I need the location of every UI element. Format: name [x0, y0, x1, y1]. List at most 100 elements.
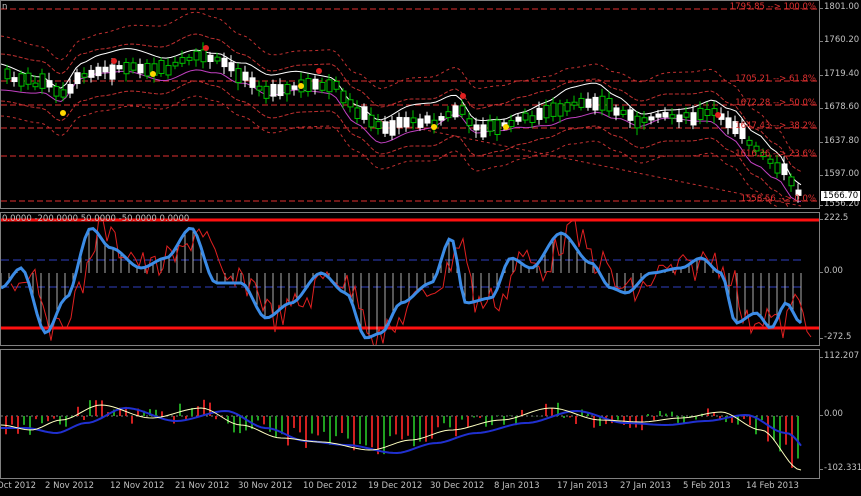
candle [88, 69, 95, 78]
price-marker-icon [60, 110, 66, 116]
candle [592, 96, 599, 111]
cci-canvas[interactable] [1, 213, 820, 346]
price-tick: 1597.00 [819, 169, 860, 179]
price-chart-canvas[interactable] [1, 1, 820, 209]
candle [389, 120, 396, 136]
candle [669, 114, 676, 119]
fib-level-label: 1705.21 --> 61.8% [735, 74, 816, 84]
candle [375, 121, 382, 130]
chart-title-fragment: n [2, 2, 8, 12]
macd-canvas[interactable] [1, 350, 820, 479]
candle [67, 83, 74, 94]
candle [340, 90, 347, 104]
macd-indicator-pane[interactable] [0, 349, 820, 479]
time-tick: 21 Nov 2012 [175, 481, 230, 491]
candle [144, 62, 151, 77]
candle [137, 63, 144, 74]
candle [445, 111, 452, 119]
price-tick: 1678.60 [819, 102, 860, 112]
fib-level-label: 1672.28 --> 50.0% [735, 98, 816, 108]
candle [473, 124, 480, 131]
candle [676, 114, 683, 123]
candle [263, 85, 270, 99]
candle [543, 104, 550, 119]
candle [508, 119, 515, 128]
current-price-marker: 1566.70 [821, 191, 861, 201]
candle [746, 139, 753, 146]
candle [788, 176, 795, 187]
candle [11, 77, 18, 83]
candle [354, 107, 361, 119]
candle [466, 118, 473, 126]
candle [46, 80, 53, 88]
candle [452, 105, 459, 118]
candle [410, 117, 417, 124]
time-axis[interactable]: Oct 2012 2 Nov 2012 12 Nov 2012 21 Nov 2… [0, 480, 861, 496]
time-tick: 27 Jan 2013 [620, 481, 671, 491]
candle [515, 116, 522, 122]
cci-tick: 222.5 [819, 213, 849, 223]
candle [557, 103, 564, 117]
candle [95, 66, 102, 77]
candle [361, 106, 368, 120]
candle [438, 116, 445, 121]
candle [333, 80, 340, 90]
macd-tick: -102.331 [819, 463, 861, 473]
candle [564, 102, 571, 112]
candle [690, 112, 697, 126]
candle [235, 68, 242, 83]
candle [487, 120, 494, 132]
candle [326, 79, 333, 93]
candle [641, 117, 648, 123]
candle [494, 119, 501, 135]
candle [725, 117, 732, 129]
candle [53, 86, 60, 97]
price-tick: 1760.20 [819, 35, 860, 45]
time-tick: 10 Dec 2012 [303, 481, 358, 491]
cci-tick: 0.00 [820, 266, 843, 276]
time-tick: 19 Dec 2012 [368, 481, 423, 491]
candle [116, 65, 123, 70]
candle [284, 84, 291, 95]
price-marker-icon [150, 71, 156, 77]
time-tick: 2 Nov 2012 [45, 481, 95, 491]
cci-tick: -272.5 [819, 332, 852, 342]
candle [277, 84, 284, 97]
candle [102, 66, 109, 73]
candle [193, 50, 200, 61]
candle [249, 77, 256, 88]
macd-tick: 112.207 [819, 351, 860, 361]
time-tick: 17 Jan 2013 [557, 481, 608, 491]
candle [585, 98, 592, 108]
candle [613, 107, 620, 116]
candle [606, 98, 613, 112]
price-marker-icon [503, 124, 509, 130]
candle [578, 97, 585, 108]
fib-level-label: 1647.43 --> 38.2% [735, 121, 816, 131]
price-marker-icon [111, 58, 117, 64]
candle [655, 113, 662, 118]
candle [781, 163, 788, 176]
price-marker-icon [431, 124, 437, 130]
candle [620, 109, 627, 115]
candle [109, 64, 116, 80]
price-tick: 1801.00 [819, 2, 860, 12]
price-marker-icon [715, 112, 721, 118]
candle [312, 78, 319, 90]
price-chart-pane[interactable]: n 1795.85 --> 100.0% 1705.21 --> 61.8% 1… [0, 0, 820, 209]
candle [704, 109, 711, 117]
candle [480, 124, 487, 138]
price-tick: 1719.40 [819, 69, 860, 79]
candle [536, 107, 543, 120]
price-marker-icon [316, 68, 322, 74]
candle [39, 73, 46, 89]
candle [60, 89, 67, 98]
candle [130, 62, 137, 71]
time-tick: 5 Feb 2013 [683, 481, 731, 491]
time-tick: 14 Feb 2013 [746, 481, 799, 491]
candle [417, 118, 424, 128]
candle [529, 115, 536, 124]
price-scale[interactable]: 1801.00 1760.20 1719.40 1678.60 1637.80 … [819, 0, 861, 480]
candle [256, 85, 263, 91]
cci-indicator-pane[interactable]: 0.0000 -200.0000 50.0000 -50.0000 0.0000 [0, 212, 820, 346]
